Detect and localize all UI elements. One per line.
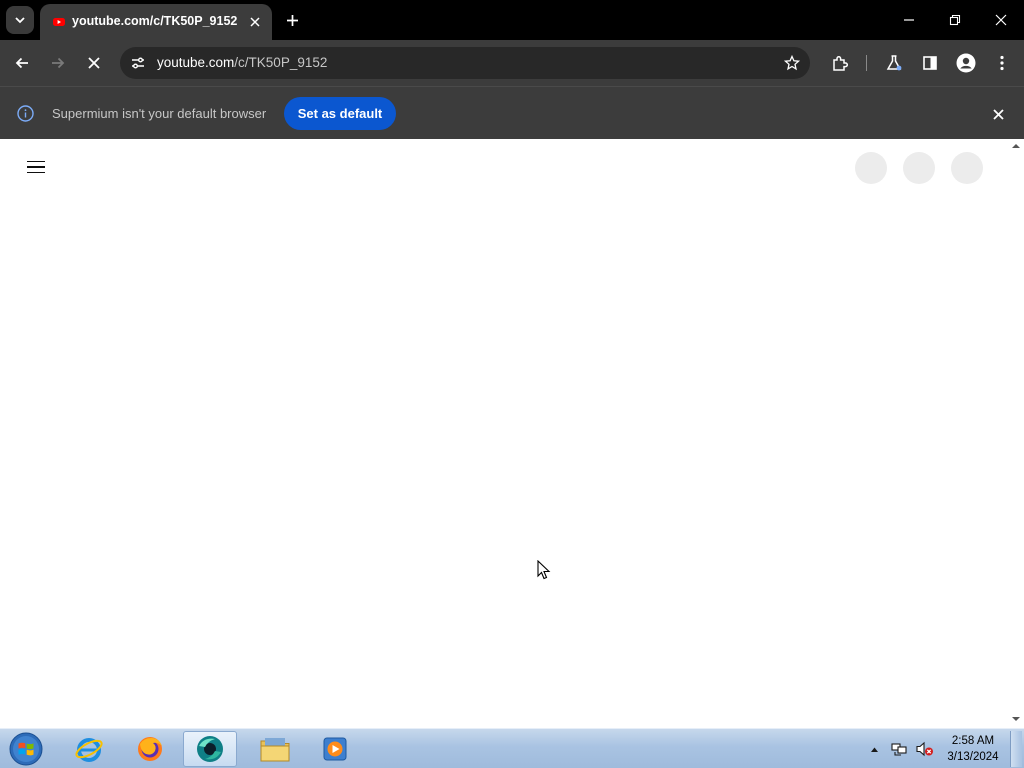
set-as-default-button[interactable]: Set as default [284, 97, 396, 130]
restore-icon [949, 14, 961, 26]
clock-time: 2:58 AM [951, 735, 995, 747]
labs-button[interactable] [880, 49, 908, 77]
taskbar-internet-explorer[interactable] [62, 731, 116, 767]
menu-button[interactable] [988, 49, 1016, 77]
side-panel-button[interactable] [916, 49, 944, 77]
url-path: /c/TK50P_9152 [234, 55, 328, 70]
tray-volume-button[interactable] [913, 729, 935, 768]
start-button[interactable] [6, 730, 46, 768]
tray-network-button[interactable] [889, 729, 909, 768]
tab-active[interactable]: youtube.com/c/TK50P_9152 [40, 4, 272, 40]
url-host: youtube.com [157, 55, 235, 70]
minimize-button[interactable] [895, 6, 923, 34]
youtube-icon [53, 18, 65, 26]
default-browser-infobar: Supermium isn't your default browser Set… [0, 86, 1024, 139]
tray-show-hidden-button[interactable] [866, 729, 882, 768]
network-icon [890, 743, 907, 756]
close-icon [88, 57, 100, 69]
bookmark-button[interactable] [782, 53, 802, 73]
minimize-icon [904, 19, 914, 21]
hamburger-icon-line [27, 160, 45, 163]
hamburger-icon-line [27, 171, 45, 174]
folder-icon [260, 738, 290, 762]
toolbar-separator [866, 55, 867, 71]
puzzle-icon [833, 55, 849, 71]
taskbar: 2:58 AM 3/13/2024 [0, 728, 1024, 768]
taskbar-media-player[interactable] [308, 731, 362, 767]
close-icon [995, 14, 1007, 26]
new-tab-button[interactable] [282, 10, 302, 30]
mouse-cursor-icon [537, 560, 551, 580]
hamburger-icon-line [27, 166, 45, 168]
tab-strip: youtube.com/c/TK50P_9152 [0, 0, 1024, 40]
stop-loading-button[interactable] [80, 49, 108, 77]
scroll-up-arrow-icon[interactable] [1010, 141, 1022, 151]
taskbar-supermium[interactable] [183, 731, 237, 767]
close-window-button[interactable] [987, 6, 1015, 34]
internet-explorer-icon [75, 738, 103, 762]
star-icon [784, 55, 800, 71]
placeholder-circle [903, 152, 935, 184]
infobar-close-button[interactable] [988, 104, 1008, 124]
browser-toolbar: youtube.com/c/TK50P_9152 [0, 40, 1024, 86]
screen: youtube.com/c/TK50P_9152 youtube.com/c/T… [0, 0, 1024, 768]
forward-button[interactable] [44, 49, 72, 77]
clock-date: 3/13/2024 [947, 751, 999, 763]
info-icon [17, 105, 34, 122]
tab-title: youtube.com/c/TK50P_9152 [72, 14, 238, 28]
profile-button[interactable] [952, 49, 980, 77]
show-desktop-button[interactable] [1010, 731, 1022, 767]
close-icon [250, 17, 260, 27]
windows-start-orb-icon [9, 732, 43, 766]
media-player-icon [323, 737, 347, 761]
restore-button[interactable] [941, 6, 969, 34]
scroll-down-arrow-icon[interactable] [1010, 714, 1022, 724]
chevron-up-icon [870, 747, 878, 752]
volume-muted-icon [915, 741, 933, 757]
placeholder-circle [951, 152, 983, 184]
infobar-message: Supermium isn't your default browser [52, 106, 267, 121]
close-icon [992, 108, 1004, 120]
taskbar-file-explorer[interactable] [248, 731, 302, 767]
address-bar[interactable]: youtube.com/c/TK50P_9152 [120, 47, 810, 79]
back-button[interactable] [8, 49, 36, 77]
plus-icon [286, 14, 298, 26]
tab-close-button[interactable] [246, 13, 264, 31]
taskbar-clock[interactable]: 2:58 AM 3/13/2024 [940, 733, 1006, 765]
more-vert-icon [1000, 55, 1004, 71]
site-info-button[interactable] [128, 53, 148, 73]
tab-search-button[interactable] [6, 6, 34, 34]
page-content [0, 139, 1024, 728]
arrow-right-icon [52, 57, 65, 69]
taskbar-firefox[interactable] [123, 731, 177, 767]
firefox-icon [138, 737, 162, 761]
url-text[interactable]: youtube.com/c/TK50P_9152 [157, 55, 327, 70]
extensions-button[interactable] [826, 49, 854, 77]
avatar-icon [956, 53, 976, 73]
chevron-down-icon [15, 17, 25, 24]
placeholder-circle [855, 152, 887, 184]
supermium-icon [197, 736, 223, 762]
flask-icon [886, 55, 902, 71]
side-panel-icon [923, 56, 937, 70]
guide-menu-button[interactable] [24, 155, 48, 179]
arrow-left-icon [15, 57, 28, 69]
tune-icon [132, 57, 144, 69]
